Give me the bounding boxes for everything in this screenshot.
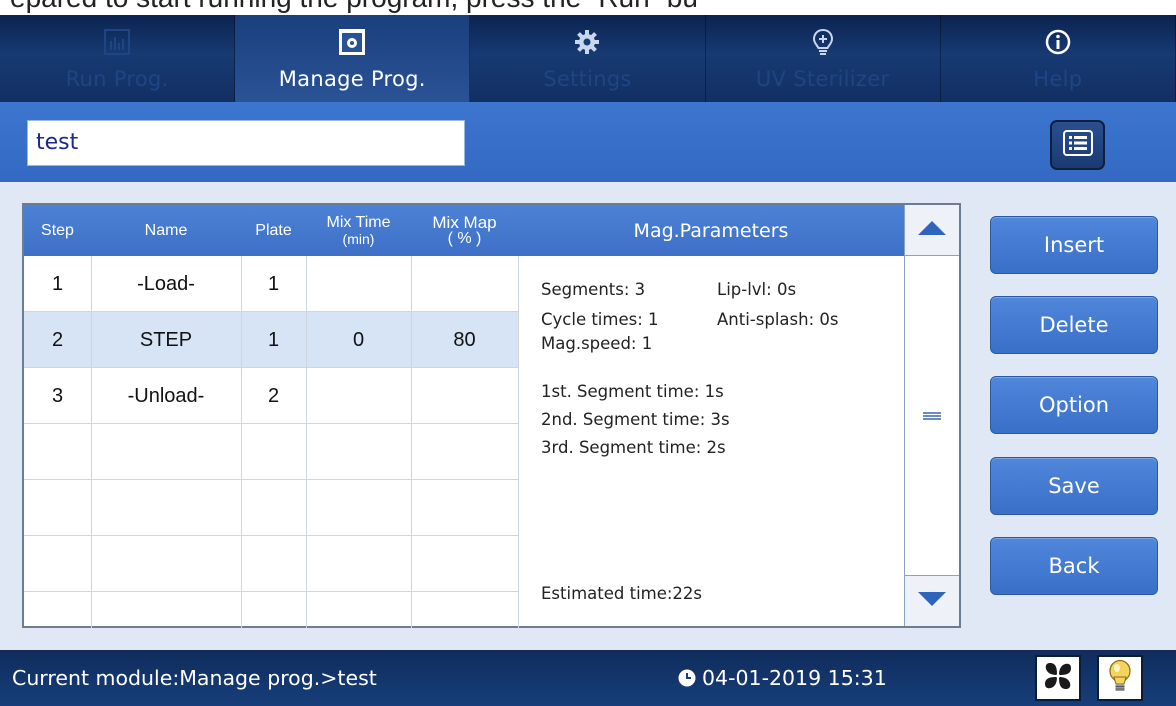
tab-label-settings: Settings [543, 66, 632, 91]
header-mix-time: Mix Time (min) [306, 205, 411, 256]
header-plate: Plate [255, 221, 292, 239]
tab-help[interactable]: Help [941, 15, 1176, 102]
param-cycle-times-text: Cycle times: 1 [541, 310, 659, 329]
status-bar: Current module:Manage prog.>test 04-01-2… [0, 650, 1176, 706]
cell-mix-time [306, 256, 411, 312]
column-divider [411, 256, 412, 628]
program-name-bar: test [0, 102, 1176, 182]
cell-mix-map: 80 [453, 328, 476, 351]
table-row-empty[interactable] [24, 536, 518, 592]
datetime-text: 04-01-2019 15:31 [702, 666, 887, 690]
program-steps-table: Step Name Plate Mix Time (min) Mix Map (… [22, 203, 961, 628]
cell-mix-time: 0 [352, 328, 365, 351]
current-module-text: Current module:Manage prog.>test [12, 666, 377, 690]
fan-icon [1042, 660, 1074, 696]
param-segment-2: 2nd. Segment time: 3s [541, 410, 730, 429]
scroll-up-button[interactable] [905, 205, 959, 256]
mag-parameters-panel: Segments: 3 Lip-lvl: 0s Cycle times: 1 A… [518, 256, 904, 628]
table-header: Step Name Plate Mix Time (min) Mix Map (… [24, 205, 904, 256]
param-segment-3: 3rd. Segment time: 2s [541, 438, 726, 457]
table-row-empty[interactable] [24, 592, 518, 648]
tab-label-uv-sterilizer: UV Sterilizer [755, 66, 890, 91]
back-button[interactable]: Back [990, 537, 1158, 595]
caption-text-strip: epared to start running the program, pre… [0, 0, 1176, 15]
param-anti-splash: Anti-splash: 0s [717, 310, 839, 329]
cell-name: STEP [139, 328, 193, 351]
cell-step: 2 [51, 328, 64, 351]
caption-text: epared to start running the program, pre… [10, 0, 698, 15]
triangle-down-icon [917, 591, 947, 612]
tab-run-program[interactable]: Run Prog. [0, 15, 236, 102]
param-cycle-times: Cycle times: 1 Anti-splash: 0s [541, 310, 838, 329]
column-divider [241, 256, 242, 628]
table-scrollbar[interactable] [904, 205, 959, 626]
cell-mix-map [411, 368, 518, 424]
header-mix-map-unit: ( % ) [447, 229, 482, 247]
tab-label-run-program: Run Prog. [65, 66, 169, 91]
cell-plate: 1 [267, 328, 280, 351]
save-button[interactable]: Save [990, 457, 1158, 515]
header-mix-map: Mix Map ( % ) [411, 205, 518, 256]
param-mag-speed: Mag.speed: 1 [541, 334, 653, 353]
tab-uv-sterilizer[interactable]: UV Sterilizer [706, 15, 941, 102]
datetime-display: 04-01-2019 15:31 [678, 650, 887, 706]
list-icon [1062, 129, 1093, 161]
tab-label-help: Help [1033, 66, 1083, 91]
header-mix-time-unit: (min) [342, 230, 375, 247]
param-lip-lvl: Lip-lvl: 0s [717, 280, 797, 299]
table-row-selected[interactable]: 2 STEP 1 0 80 [24, 312, 518, 368]
info-icon [1043, 27, 1073, 57]
cell-name: -Load- [137, 272, 195, 295]
cell-mix-time [306, 368, 411, 424]
header-step: Step [41, 221, 74, 239]
cell-name: -Unload- [127, 384, 205, 407]
table-row-empty[interactable] [24, 480, 518, 536]
gear-icon [572, 27, 602, 57]
param-segments-text: Segments: 3 [541, 280, 646, 299]
delete-button[interactable]: Delete [990, 296, 1158, 354]
cell-mix-map [411, 256, 518, 312]
cell-step: 3 [51, 384, 64, 407]
option-button[interactable]: Option [990, 376, 1158, 434]
manage-program-icon [337, 27, 367, 57]
header-mix-map-label: Mix Map [432, 212, 497, 232]
program-name-field[interactable]: test [27, 120, 465, 166]
run-program-icon [102, 27, 132, 57]
table-row-empty[interactable] [24, 424, 518, 480]
param-segment-1: 1st. Segment time: 1s [541, 382, 724, 401]
light-button[interactable] [1097, 655, 1143, 701]
work-area: Step Name Plate Mix Time (min) Mix Map (… [0, 182, 1176, 650]
insert-button[interactable]: Insert [990, 216, 1158, 274]
table-body: 1 -Load- 1 2 STEP 1 0 80 3 -Unload- 2 Se… [24, 256, 904, 628]
triangle-up-icon [917, 220, 947, 241]
bulb-icon [1106, 659, 1134, 697]
scroll-thumb[interactable] [923, 411, 941, 420]
header-mag-parameters: Mag.Parameters [633, 219, 789, 242]
cell-plate: 2 [267, 384, 280, 407]
bulb-icon [808, 27, 838, 57]
table-row[interactable]: 1 -Load- 1 [24, 256, 518, 312]
top-navigation-bar: Run Prog. Manage Prog. Settings UV Steri… [0, 15, 1176, 102]
header-name: Name [144, 221, 188, 239]
column-divider [306, 256, 307, 628]
param-segments: Segments: 3 Lip-lvl: 0s [541, 280, 796, 299]
program-list-button[interactable] [1050, 120, 1105, 170]
tab-manage-program[interactable]: Manage Prog. [235, 15, 471, 102]
clock-icon [678, 669, 696, 687]
cell-plate: 1 [267, 272, 280, 295]
scroll-down-button[interactable] [905, 575, 959, 626]
cell-step: 1 [51, 272, 64, 295]
header-mix-time-label: Mix Time [326, 213, 391, 231]
table-row[interactable]: 3 -Unload- 2 [24, 368, 518, 424]
param-estimated-time: Estimated time:22s [541, 584, 703, 603]
fan-button[interactable] [1035, 655, 1081, 701]
tab-label-manage-program: Manage Prog. [278, 66, 426, 91]
scroll-track[interactable] [905, 256, 959, 575]
tab-settings[interactable]: Settings [470, 15, 706, 102]
column-divider [91, 256, 92, 628]
